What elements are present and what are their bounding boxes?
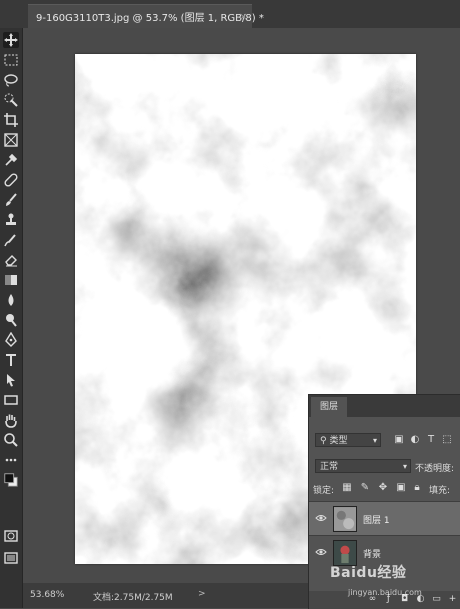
layer-thumbnail-clouds <box>333 506 357 532</box>
layers-tab[interactable]: 图层 <box>311 397 347 417</box>
document-tab-bar: 9-160G3110T3.jpg @ 53.7% (图层 1, RGB/8) *… <box>0 0 460 28</box>
eraser-tool-icon[interactable] <box>3 252 19 268</box>
pen-tool-icon[interactable] <box>3 332 19 348</box>
clone-stamp-icon[interactable] <box>3 212 19 228</box>
blend-row: 正常 ▾ 不透明度: <box>309 455 460 477</box>
marquee-tool-icon[interactable] <box>3 52 19 68</box>
chevron-down-icon: ▾ <box>372 436 377 445</box>
frame-tool-icon[interactable] <box>3 132 19 148</box>
shape-filter-icon[interactable]: ⬚ <box>441 434 453 446</box>
layer-name[interactable]: 图层 1 <box>363 513 390 526</box>
lock-artboard-icon[interactable]: ▣ <box>395 482 407 494</box>
lock-image-icon[interactable]: ✎ <box>359 482 371 494</box>
gradient-tool-icon[interactable] <box>3 272 19 288</box>
opacity-label[interactable]: 不透明度: <box>415 461 454 474</box>
layers-panel-header: 图层 <box>309 395 460 417</box>
layer-name[interactable]: 背景 <box>363 547 381 560</box>
fill-label[interactable]: 填充: <box>429 483 450 496</box>
quick-select-tool-icon[interactable] <box>3 92 19 108</box>
new-group-icon[interactable]: ▭ <box>431 594 442 605</box>
tools-panel <box>0 28 23 608</box>
layer-row-layer1[interactable]: 图层 1 <box>309 501 460 536</box>
layer-filter-select[interactable]: ⚲ 类型 ▾ <box>315 433 381 447</box>
history-brush-icon[interactable] <box>3 232 19 248</box>
blend-mode-select[interactable]: 正常 ▾ <box>315 459 411 473</box>
move-tool-icon[interactable] <box>3 32 19 48</box>
more-tools-icon[interactable] <box>3 452 19 468</box>
document-tab[interactable]: 9-160G3110T3.jpg @ 53.7% (图层 1, RGB/8) *… <box>28 4 264 28</box>
hand-tool-icon[interactable] <box>3 412 19 428</box>
eyedropper-tool-icon[interactable] <box>3 152 19 168</box>
visibility-eye-icon[interactable] <box>315 513 327 523</box>
screen-mode-icon[interactable] <box>3 550 19 566</box>
color-swatches-icon[interactable] <box>3 472 19 490</box>
healing-brush-icon[interactable] <box>3 172 19 188</box>
layer-filter-row: ⚲ 类型 ▾ ▣ ◐ T ⬚ <box>309 429 460 451</box>
document-tab-title: 9-160G3110T3.jpg @ 53.7% (图层 1, RGB/8) * <box>36 13 264 24</box>
crop-tool-icon[interactable] <box>3 112 19 128</box>
zoom-level[interactable]: 53.68% <box>30 590 64 600</box>
path-select-tool-icon[interactable] <box>3 372 19 388</box>
brush-tool-icon[interactable] <box>3 192 19 208</box>
new-layer-icon[interactable]: + <box>447 594 458 605</box>
pixel-filter-icon[interactable]: ▣ <box>393 434 405 446</box>
document-size: 文档:2.75M/2.75M <box>93 593 173 603</box>
lock-row: 锁定: ▦ ✎ ✥ ▣ 🔒︎ 填充: <box>309 477 460 499</box>
type-filter-icon[interactable]: T <box>425 434 437 446</box>
adjustment-filter-icon[interactable]: ◐ <box>409 434 421 446</box>
visibility-eye-icon[interactable] <box>315 547 327 557</box>
rectangle-tool-icon[interactable] <box>3 392 19 408</box>
type-tool-icon[interactable] <box>3 352 19 368</box>
filter-kind-label: 类型 <box>329 436 348 446</box>
lock-transparent-icon[interactable]: ▦ <box>341 482 353 494</box>
dodge-tool-icon[interactable] <box>3 312 19 328</box>
blur-tool-icon[interactable] <box>3 292 19 308</box>
baidu-watermark: Baidu经验 <box>330 565 407 581</box>
baidu-watermark-url: jingyan.baidu.com <box>348 588 422 597</box>
lasso-tool-icon[interactable] <box>3 72 19 88</box>
close-tab-icon[interactable]: × <box>239 10 248 23</box>
lock-label: 锁定: <box>313 486 335 496</box>
chevron-down-icon: ▾ <box>402 462 407 471</box>
zoom-tool-icon[interactable] <box>3 432 19 448</box>
status-menu-arrow-icon[interactable]: > <box>198 589 206 599</box>
quick-mask-icon[interactable] <box>3 528 19 544</box>
blend-mode-value: 正常 <box>320 462 339 472</box>
lock-position-icon[interactable]: ✥ <box>377 482 389 494</box>
lock-all-icon[interactable]: 🔒︎ <box>411 482 423 494</box>
